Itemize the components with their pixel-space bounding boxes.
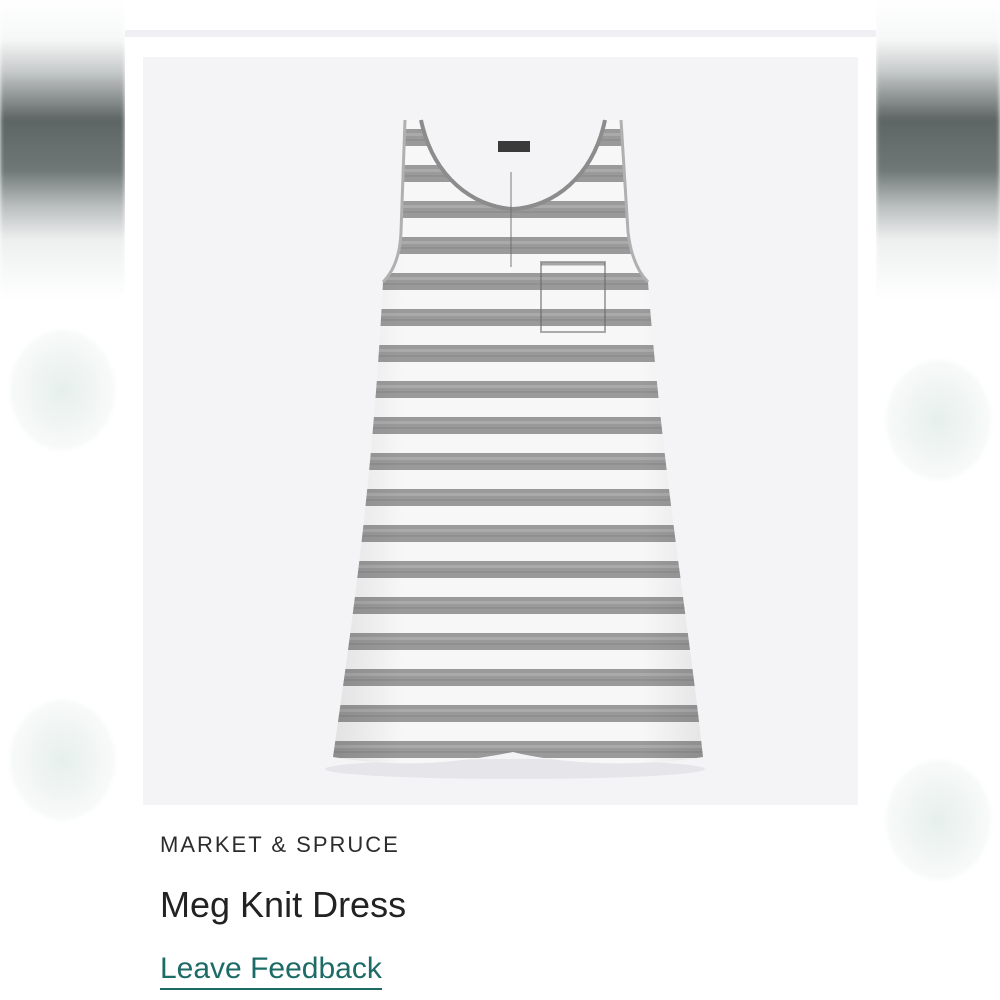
brand-name: MARKET & SPRUCE (160, 832, 400, 857)
divider (125, 30, 876, 37)
screen: MARKET & SPRUCE Meg Knit Dress Leave Fee… (0, 0, 1000, 1000)
striped-dress-illustration (325, 119, 705, 779)
leave-feedback-link[interactable]: Leave Feedback (160, 952, 382, 990)
product-image[interactable] (143, 57, 858, 805)
blurred-background-right (876, 0, 1000, 1000)
product-card: MARKET & SPRUCE Meg Knit Dress Leave Fee… (125, 0, 876, 1000)
blurred-background-left (0, 0, 125, 1000)
product-title: Meg Knit Dress (160, 884, 407, 925)
